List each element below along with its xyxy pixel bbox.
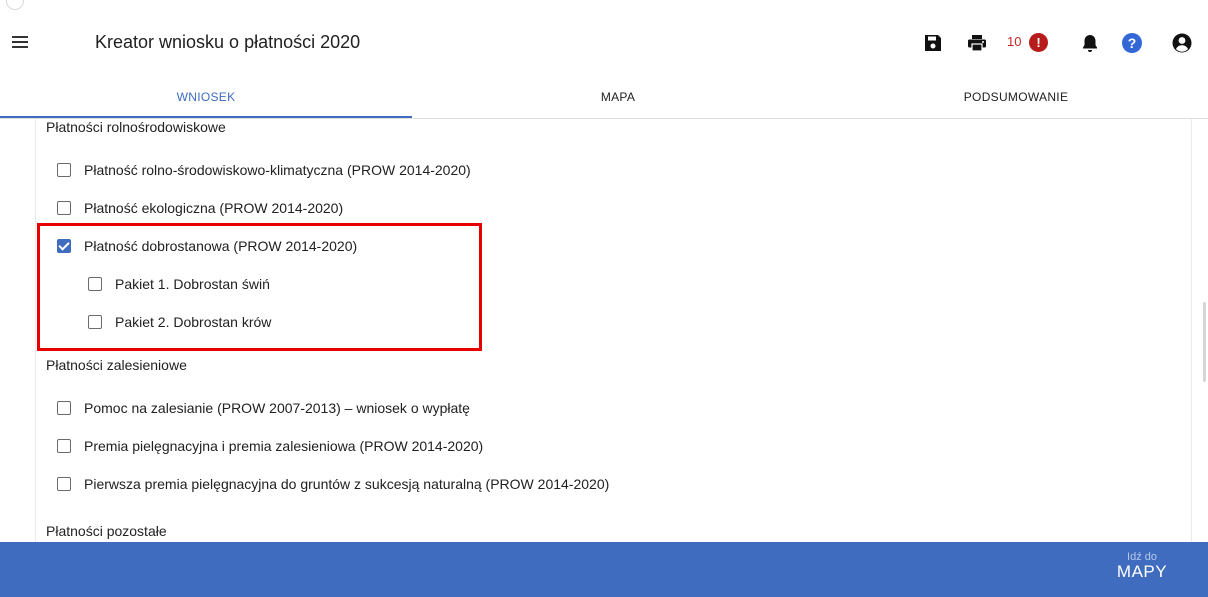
- checkbox-label: Premia pielęgnacyjna i premia zalesienio…: [84, 438, 484, 454]
- alert-icon[interactable]: !: [1029, 33, 1048, 52]
- checkbox[interactable]: [57, 439, 71, 453]
- go-to-map-button[interactable]: Idź do MAPY: [1112, 551, 1172, 582]
- tab-bar: WNIOSEK MAPA PODSUMOWANIE: [0, 76, 1208, 119]
- checkbox-label: Płatność ekologiczna (PROW 2014-2020): [84, 200, 344, 216]
- panel-divider: [1191, 119, 1192, 542]
- help-icon[interactable]: ?: [1120, 31, 1144, 55]
- checkbox-row[interactable]: Premia pielęgnacyjna i premia zalesienio…: [57, 436, 483, 456]
- panel-divider: [35, 119, 36, 542]
- scrollbar[interactable]: [1196, 119, 1208, 542]
- tab-mapa[interactable]: MAPA: [412, 76, 824, 118]
- tab-podsumowanie[interactable]: PODSUMOWANIE: [824, 76, 1208, 118]
- checkbox-row[interactable]: Pomoc na zalesianie (PROW 2007-2013) – w…: [57, 398, 470, 418]
- checkbox[interactable]: [57, 201, 71, 215]
- checkbox[interactable]: [57, 401, 71, 415]
- scrollbar-thumb[interactable]: [1203, 302, 1206, 382]
- checkbox-row[interactable]: Pierwsza premia pielęgnacyjna do gruntów…: [57, 474, 609, 494]
- checkbox[interactable]: [57, 163, 71, 177]
- checkbox-label: Płatność rolno-środowiskowo-klimatyczna …: [84, 162, 471, 178]
- circle-decoration: [6, 0, 24, 10]
- checkbox-label: Pierwsza premia pielęgnacyjna do gruntów…: [84, 476, 610, 492]
- notification-count[interactable]: 10: [1007, 34, 1021, 49]
- save-icon[interactable]: [921, 31, 945, 55]
- footer-big-label: MAPY: [1116, 562, 1168, 581]
- footer-bar: Idź do MAPY: [0, 542, 1208, 597]
- checkbox[interactable]: [57, 477, 71, 491]
- highlight-box: [37, 223, 482, 351]
- bell-icon[interactable]: [1078, 31, 1102, 55]
- checkbox-label: Pomoc na zalesianie (PROW 2007-2013) – w…: [84, 400, 470, 416]
- section-title-agri-env: Płatności rolnośrodowiskowe: [46, 119, 226, 135]
- print-icon[interactable]: [965, 31, 989, 55]
- section-title-forestry: Płatności zalesieniowe: [46, 357, 187, 373]
- tab-wniosek[interactable]: WNIOSEK: [0, 76, 412, 118]
- account-icon[interactable]: [1170, 31, 1194, 55]
- svg-text:?: ?: [1128, 35, 1137, 51]
- checkbox-row[interactable]: Płatność ekologiczna (PROW 2014-2020): [57, 198, 343, 218]
- menu-icon[interactable]: [11, 32, 31, 52]
- checkbox-row[interactable]: Płatność rolno-środowiskowo-klimatyczna …: [57, 160, 471, 180]
- app-title: Kreator wniosku o płatności 2020: [95, 32, 361, 52]
- section-title-other: Płatności pozostałe: [46, 523, 167, 539]
- app-bar: Kreator wniosku o płatności 2020 10 ! ?: [0, 10, 1208, 76]
- active-tab-indicator: [0, 116, 412, 118]
